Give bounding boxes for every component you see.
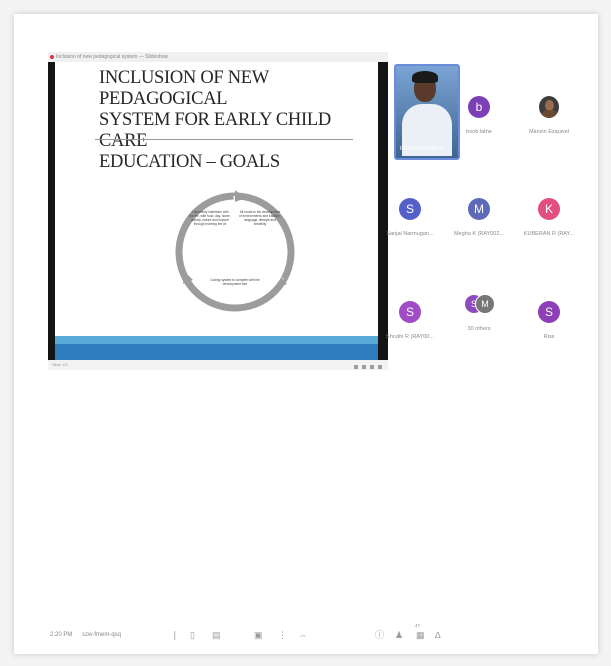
shared-presentation[interactable]: Inclusion of new pedagogical system — Sl… — [48, 52, 388, 370]
present-icon[interactable]: ▣ — [254, 630, 263, 640]
participant-tile[interactable]: b boob lathe — [444, 88, 514, 154]
participant-count-badge: 47 — [415, 623, 421, 628]
slideshow-controls[interactable] — [351, 363, 382, 373]
participant-name: Riss — [543, 334, 555, 340]
video-hair — [412, 71, 438, 83]
slideshow-icon[interactable] — [378, 365, 382, 369]
participant-name: boob lathe — [466, 129, 492, 135]
people-icon[interactable]: ♟ — [395, 630, 403, 640]
avatar: S — [399, 301, 421, 323]
participant-tile[interactable]: M Megha K (RAY002... — [444, 190, 514, 256]
cycle-item: Coding system to compete with the develo… — [210, 278, 260, 286]
presentation-titlebar-text: Inclusion of new pedagogical system — Sl… — [56, 54, 169, 60]
reading-view-icon[interactable] — [369, 365, 374, 369]
meet-window: Inclusion of new pedagogical system — Sl… — [14, 14, 598, 654]
goals-cycle-diagram: Completely intertwine with the life, wit… — [175, 190, 295, 312]
meeting-code: szw-fmem-qsq — [82, 632, 122, 638]
slide-title: INCLUSION OF NEW PEDAGOGICAL SYSTEM FOR … — [99, 68, 331, 172]
activities-icon[interactable]: ∆ — [435, 630, 441, 640]
participant-tile[interactable]: S Shruthi R (RAY00... — [375, 293, 445, 359]
slide-divider — [95, 139, 353, 140]
others-tile[interactable]: S M 30 others — [444, 285, 514, 351]
slide-canvas: INCLUSION OF NEW PEDAGOGICAL SYSTEM FOR … — [55, 62, 378, 360]
avatar: S — [538, 301, 560, 323]
app-logo-icon — [50, 55, 54, 59]
participant-name: Megha K (RAY002... — [453, 231, 505, 237]
normal-view-icon[interactable] — [353, 365, 358, 369]
avatar — [539, 96, 559, 118]
self-name: RICHARD RAM R — [400, 146, 445, 152]
presentation-statusbar: Slide 1/5 — [48, 360, 388, 370]
participant-name: Shruthi R (RAY00... — [386, 334, 434, 340]
avatar: M — [475, 294, 495, 314]
info-icon[interactable]: ⓘ — [375, 630, 384, 640]
avatar: b — [468, 96, 490, 118]
sorter-view-icon[interactable] — [361, 365, 366, 369]
cycle-item: All round to the development of environm… — [239, 210, 281, 226]
camera-icon[interactable]: ▯ — [190, 630, 195, 640]
participant-tile[interactable]: Manvin Ezquivel — [514, 88, 584, 154]
avatar-body — [542, 110, 557, 118]
participant-name: Sanjai Narmugan... — [386, 231, 434, 237]
meeting-time: 2:20 PM — [50, 632, 73, 638]
avatar: S — [399, 198, 421, 220]
more-icon[interactable]: ⋮ — [278, 630, 287, 640]
others-avatar-stack: S M — [464, 293, 495, 315]
avatar: M — [468, 198, 490, 220]
participant-name: Manvin Ezquivel — [528, 129, 570, 135]
slide-counter: Slide 1/5 — [52, 362, 68, 367]
participant-tile[interactable]: K KUBERAN R (RAY... — [514, 190, 584, 256]
presentation-titlebar: Inclusion of new pedagogical system — Sl… — [48, 52, 388, 62]
others-count: 30 others — [467, 326, 491, 332]
meeting-toolbar: 2:20 PM szw-fmem-qsq ❘ ▯ ▤ ▣ ⋮ ⌢ ⓘ 47 ♟ … — [14, 623, 598, 646]
avatar: K — [538, 198, 560, 220]
cycle-item: Completely intertwine with the life, wit… — [189, 210, 230, 226]
participant-tile[interactable]: S Riss — [514, 293, 584, 359]
slide-footer-band — [55, 336, 378, 360]
leave-call-icon[interactable]: ⌢ — [300, 630, 306, 640]
participant-name: KUBERAN R (RAY... — [523, 231, 575, 237]
chat-icon[interactable]: ▦ — [416, 630, 425, 640]
mic-icon[interactable]: ❘ — [171, 630, 179, 640]
captions-icon[interactable]: ▤ — [212, 630, 221, 640]
participant-tile[interactable]: S Sanjai Narmugan... — [375, 190, 445, 256]
